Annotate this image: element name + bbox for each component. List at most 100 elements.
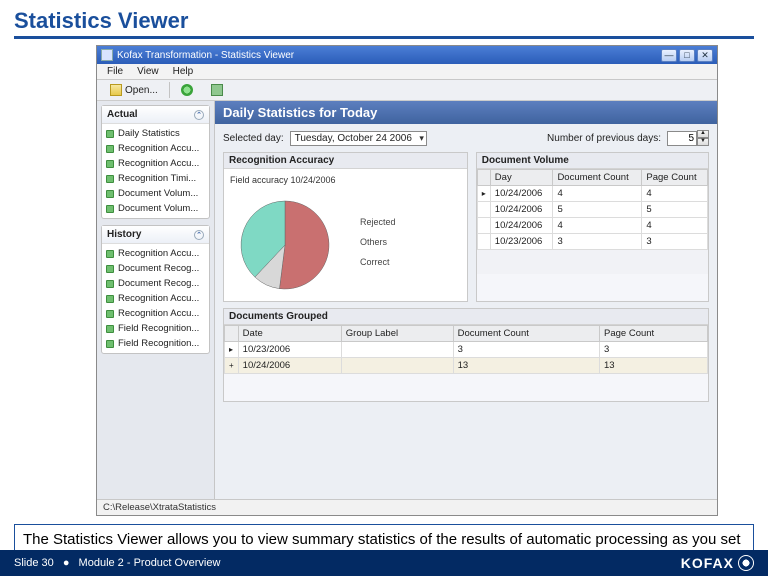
sidebar: Actual ⌃ Daily Statistics Recognition Acc… bbox=[97, 101, 215, 499]
group-grouped-title: Documents Grouped bbox=[224, 309, 708, 325]
bullet-icon bbox=[106, 265, 114, 273]
table-row[interactable]: 10/24/200655 bbox=[477, 202, 707, 218]
minimize-button[interactable]: — bbox=[661, 49, 677, 62]
sidebar-item-label: Recognition Timi... bbox=[118, 173, 196, 184]
sidebar-item[interactable]: Recognition Accu... bbox=[104, 306, 207, 321]
panel-history-title: History bbox=[107, 229, 141, 240]
bullet-icon bbox=[106, 280, 114, 288]
main-area: Daily Statistics for Today Selected day:… bbox=[215, 101, 717, 499]
menu-file[interactable]: File bbox=[101, 65, 129, 78]
group-grouped: Documents Grouped Date Group Label Docum… bbox=[223, 308, 709, 402]
sidebar-item[interactable]: Field Recognition... bbox=[104, 336, 207, 351]
save-button[interactable] bbox=[204, 82, 230, 98]
sidebar-item[interactable]: Recognition Accu... bbox=[104, 246, 207, 261]
docvol-table: Day Document Count Page Count ▸10/24/200… bbox=[477, 169, 708, 250]
sidebar-item-label: Document Volum... bbox=[118, 203, 198, 214]
open-button[interactable]: Open... bbox=[103, 82, 165, 98]
table-row[interactable]: +10/24/20061313 bbox=[225, 358, 708, 374]
grouped-table: Date Group Label Document Count Page Cou… bbox=[224, 325, 708, 374]
disk-icon bbox=[211, 84, 223, 96]
spinner-down-icon[interactable]: ▼ bbox=[697, 138, 709, 146]
slide-title: Statistics Viewer bbox=[0, 0, 768, 36]
collapse-icon[interactable]: ⌃ bbox=[194, 110, 204, 120]
legend-rejected: Rejected bbox=[360, 217, 396, 227]
app-window: Kofax Transformation - Statistics Viewer… bbox=[96, 45, 718, 516]
sidebar-item[interactable]: Field Recognition... bbox=[104, 321, 207, 336]
bullet-icon bbox=[106, 340, 114, 348]
slide-divider bbox=[14, 36, 754, 39]
table-row[interactable]: ▸10/24/200644 bbox=[477, 186, 707, 202]
sidebar-item[interactable]: Document Recog... bbox=[104, 276, 207, 291]
sidebar-item-label: Recognition Accu... bbox=[118, 308, 199, 319]
open-label: Open... bbox=[125, 85, 158, 96]
refresh-icon bbox=[181, 84, 193, 96]
sidebar-item-label: Recognition Accu... bbox=[118, 143, 199, 154]
pie-slice bbox=[279, 201, 329, 289]
group-recognition: Recognition Accuracy Field accuracy 10/2… bbox=[223, 152, 468, 302]
collapse-icon[interactable]: ⌃ bbox=[194, 230, 204, 240]
prev-days-spinner[interactable]: ▲ ▼ bbox=[667, 130, 709, 146]
chart-title: Field accuracy 10/24/2006 bbox=[230, 175, 461, 185]
bullet-icon bbox=[106, 310, 114, 318]
pie-chart bbox=[230, 187, 350, 297]
selected-day-label: Selected day: bbox=[223, 133, 284, 144]
bullet-icon bbox=[106, 250, 114, 258]
group-docvol: Document Volume Day Document Count Page … bbox=[476, 152, 709, 302]
legend-others: Others bbox=[360, 237, 396, 247]
sidebar-item-label: Recognition Accu... bbox=[118, 248, 199, 259]
sidebar-item[interactable]: Document Volum... bbox=[104, 201, 207, 216]
close-button[interactable]: ✕ bbox=[697, 49, 713, 62]
sidebar-item[interactable]: Recognition Accu... bbox=[104, 156, 207, 171]
sidebar-item[interactable]: Document Volum... bbox=[104, 186, 207, 201]
table-row[interactable]: 10/23/200633 bbox=[477, 234, 707, 250]
selected-day-combo[interactable]: Tuesday, October 24 2006 bbox=[290, 131, 427, 146]
sidebar-item-label: Document Recog... bbox=[118, 263, 199, 274]
sidebar-item[interactable]: Daily Statistics bbox=[104, 126, 207, 141]
col-page-count[interactable]: Page Count bbox=[642, 170, 708, 186]
prev-days-input[interactable] bbox=[667, 131, 697, 146]
docvol-empty-area bbox=[477, 250, 708, 274]
expand-plus-icon[interactable]: + bbox=[229, 361, 234, 370]
sidebar-item-label: Field Recognition... bbox=[118, 338, 199, 349]
brand-text: KOFAX bbox=[681, 555, 734, 571]
refresh-button[interactable] bbox=[174, 82, 200, 98]
brand-logo: KOFAX bbox=[681, 555, 754, 571]
slide-footer: Slide 30 ● Module 2 - Product Overview K… bbox=[0, 550, 768, 576]
sidebar-item-label: Field Recognition... bbox=[118, 323, 199, 334]
row-pointer-icon: ▸ bbox=[229, 345, 233, 354]
table-row[interactable]: ▸10/23/200633 bbox=[225, 342, 708, 358]
sidebar-item[interactable]: Recognition Accu... bbox=[104, 291, 207, 306]
col-doc-count[interactable]: Document Count bbox=[553, 170, 642, 186]
menu-help[interactable]: Help bbox=[167, 65, 200, 78]
prev-days-label: Number of previous days: bbox=[547, 133, 661, 144]
col-doc-count-g[interactable]: Document Count bbox=[453, 326, 599, 342]
window-title: Kofax Transformation - Statistics Viewer bbox=[117, 50, 294, 61]
spinner-up-icon[interactable]: ▲ bbox=[697, 130, 709, 138]
bullet-icon bbox=[106, 175, 114, 183]
group-recognition-title: Recognition Accuracy bbox=[224, 153, 467, 169]
sidebar-item-label: Daily Statistics bbox=[118, 128, 180, 139]
footer-module: Module 2 - Product Overview bbox=[79, 557, 221, 569]
col-day[interactable]: Day bbox=[490, 170, 553, 186]
sidebar-item-label: Document Volum... bbox=[118, 188, 198, 199]
sidebar-item[interactable]: Document Recog... bbox=[104, 261, 207, 276]
titlebar: Kofax Transformation - Statistics Viewer… bbox=[97, 46, 717, 64]
panel-actual: Actual ⌃ Daily Statistics Recognition Acc… bbox=[101, 105, 210, 219]
sidebar-item[interactable]: Recognition Timi... bbox=[104, 171, 207, 186]
menu-view[interactable]: View bbox=[131, 65, 165, 78]
panel-actual-title: Actual bbox=[107, 109, 138, 120]
legend-correct: Correct bbox=[360, 257, 396, 267]
col-page-count-g[interactable]: Page Count bbox=[600, 326, 708, 342]
toolbar: Open... bbox=[97, 80, 717, 101]
menubar: File View Help bbox=[97, 64, 717, 80]
table-row[interactable]: 10/24/200644 bbox=[477, 218, 707, 234]
sidebar-item-label: Recognition Accu... bbox=[118, 158, 199, 169]
sidebar-item[interactable]: Recognition Accu... bbox=[104, 141, 207, 156]
col-date[interactable]: Date bbox=[238, 326, 341, 342]
maximize-button[interactable]: □ bbox=[679, 49, 695, 62]
col-group-label[interactable]: Group Label bbox=[341, 326, 453, 342]
bullet-icon bbox=[106, 130, 114, 138]
globe-icon bbox=[738, 555, 754, 571]
bullet-icon bbox=[106, 190, 114, 198]
row-pointer-icon: ▸ bbox=[482, 189, 486, 198]
